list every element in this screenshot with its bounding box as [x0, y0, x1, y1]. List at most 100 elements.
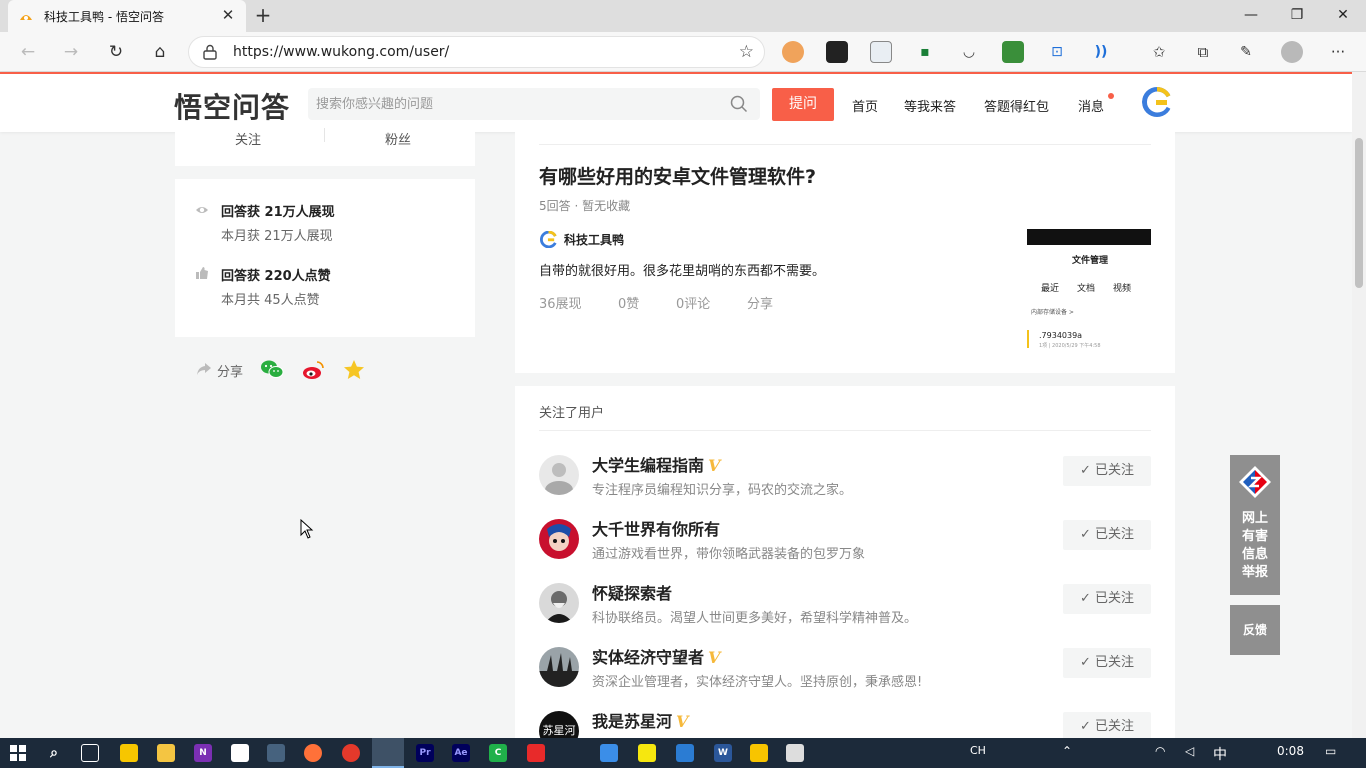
home-icon[interactable]: ⌂: [146, 38, 174, 66]
forward-arrow-icon[interactable]: →: [57, 38, 85, 66]
app-icon[interactable]: C: [489, 744, 507, 762]
extension-icon[interactable]: ▪: [914, 41, 936, 63]
question-title[interactable]: 有哪些好用的安卓文件管理软件?: [539, 162, 816, 189]
edge-active-icon[interactable]: [372, 738, 404, 768]
wechat-icon[interactable]: [260, 359, 284, 381]
unfollow-button[interactable]: ✓ 已关注: [1063, 712, 1151, 738]
onenote-icon[interactable]: N: [194, 744, 212, 762]
search-icon[interactable]: [730, 95, 748, 113]
favorite-star-icon[interactable]: ☆: [739, 42, 754, 62]
answer-comments[interactable]: 0评论: [676, 293, 710, 312]
nav-answer-red-packet[interactable]: 答题得红包: [984, 96, 1049, 115]
user-name[interactable]: 我是苏星河 V: [592, 711, 688, 732]
answer-share[interactable]: 分享: [747, 293, 773, 312]
user-avatar[interactable]: [1142, 87, 1172, 117]
sticky-notes-icon[interactable]: [638, 744, 656, 762]
extension-icon[interactable]: ⊡: [1046, 41, 1068, 63]
word-icon[interactable]: W: [714, 744, 732, 762]
tab-close-icon[interactable]: ✕: [218, 5, 238, 25]
search-icon[interactable]: ⌕: [45, 744, 63, 762]
store-icon[interactable]: [231, 744, 249, 762]
following-label[interactable]: 关注: [235, 129, 261, 148]
feedback-button[interactable]: 反馈: [1230, 605, 1280, 655]
answer-likes[interactable]: 0赞: [618, 293, 639, 312]
chrome-icon[interactable]: [342, 744, 360, 762]
file-explorer-icon[interactable]: [157, 744, 175, 762]
media-player-icon[interactable]: [750, 744, 768, 762]
extension-icon[interactable]: [1002, 41, 1024, 63]
search-input[interactable]: [308, 88, 728, 120]
profile-avatar-icon[interactable]: [1281, 41, 1303, 63]
list-item[interactable]: 大千世界有你所有 通过游戏看世界，带你领略武器装备的包罗万象 ✓ 已关注: [539, 519, 1151, 563]
app-icon[interactable]: [786, 744, 804, 762]
more-menu-icon[interactable]: ···: [1327, 41, 1349, 63]
answer-author[interactable]: 科技工具鸭: [564, 231, 624, 248]
site-logo[interactable]: 悟空问答: [174, 86, 290, 126]
list-item[interactable]: 怀疑探索者 科协联络员。渴望人世间更多美好，希望科学精神普及。 ✓ 已关注: [539, 583, 1151, 627]
report-harmful-info-button[interactable]: 网上 有害 信息 举报: [1230, 455, 1280, 595]
favorite-star-icon[interactable]: [343, 359, 365, 381]
weibo-icon[interactable]: [301, 359, 325, 381]
vivaldi-icon[interactable]: [527, 744, 545, 762]
user-name[interactable]: 实体经济守望者 V: [592, 644, 720, 668]
task-view-icon[interactable]: [81, 744, 99, 762]
share-label[interactable]: 分享: [217, 361, 243, 380]
close-window-button[interactable]: ✕: [1320, 0, 1366, 30]
clock[interactable]: 0:08: [1277, 744, 1304, 758]
ime-indicator[interactable]: CH: [970, 744, 986, 757]
pocket-icon[interactable]: ◡: [958, 41, 980, 63]
windows-start-icon[interactable]: [10, 745, 26, 761]
app-icon[interactable]: [267, 744, 285, 762]
collections-icon[interactable]: ⧉: [1192, 41, 1214, 63]
ask-question-button[interactable]: 提问: [772, 88, 834, 121]
user-name[interactable]: 大千世界有你所有: [592, 516, 724, 540]
user-name[interactable]: 怀疑探索者: [592, 580, 676, 604]
unfollow-button[interactable]: ✓ 已关注: [1063, 456, 1151, 486]
avatar[interactable]: [539, 519, 579, 559]
extension-icon[interactable]: [826, 41, 848, 63]
unfollow-button[interactable]: ✓ 已关注: [1063, 520, 1151, 550]
page-scrollbar[interactable]: [1352, 72, 1366, 738]
address-bar[interactable]: https://www.wukong.com/user/ ☆: [188, 36, 765, 68]
extension-icon[interactable]: [870, 41, 892, 63]
read-aloud-icon[interactable]: )): [1090, 41, 1112, 63]
author-avatar[interactable]: [540, 231, 557, 248]
scrollbar-thumb[interactable]: [1355, 138, 1363, 288]
new-tab-button[interactable]: +: [252, 4, 274, 26]
firefox-icon[interactable]: [304, 744, 322, 762]
answer-thumbnail[interactable]: 文件管理 最近 文档 视频 内部存储设备 > .7934039a 1项 | 20…: [1027, 229, 1151, 351]
avatar[interactable]: [539, 583, 579, 623]
language-indicator[interactable]: 中: [1213, 744, 1227, 764]
nav-home[interactable]: 首页: [852, 96, 878, 115]
unfollow-button[interactable]: ✓ 已关注: [1063, 584, 1151, 614]
network-icon[interactable]: ◠: [1155, 744, 1165, 758]
back-arrow-icon[interactable]: ←: [14, 38, 42, 66]
url-text[interactable]: https://www.wukong.com/user/: [233, 44, 449, 60]
user-name[interactable]: 大学生编程指南 V: [592, 452, 720, 476]
list-item[interactable]: 苏星河 我是苏星河 V ✓ 已关注: [539, 711, 1151, 738]
unfollow-button[interactable]: ✓ 已关注: [1063, 648, 1151, 678]
browser-tab[interactable]: 科技工具鸭 - 悟空问答 ✕: [8, 0, 246, 32]
after-effects-icon[interactable]: Ae: [452, 744, 470, 762]
nav-waiting-answer[interactable]: 等我来答: [904, 96, 956, 115]
avatar[interactable]: 苏星河: [539, 711, 579, 738]
followers-label[interactable]: 粉丝: [385, 129, 411, 148]
list-item[interactable]: 大学生编程指南 V 专注程序员编程知识分享，码农的交流之家。 ✓ 已关注: [539, 455, 1151, 499]
search-box[interactable]: [308, 88, 760, 120]
avatar[interactable]: [539, 455, 579, 495]
feedback-icon[interactable]: ✎: [1235, 41, 1257, 63]
pdf-app-icon[interactable]: [120, 744, 138, 762]
notification-center-icon[interactable]: ▭: [1325, 744, 1336, 758]
nav-messages[interactable]: 消息: [1078, 96, 1104, 115]
refresh-icon[interactable]: ↻: [102, 38, 130, 66]
share-arrow-icon[interactable]: [196, 361, 212, 377]
avatar[interactable]: [539, 647, 579, 687]
volume-icon[interactable]: ◁: [1185, 744, 1194, 758]
list-item[interactable]: 实体经济守望者 V 资深企业管理者，实体经济守望人。坚持原创，秉承感恩! ✓ 已关…: [539, 647, 1151, 691]
favorites-icon[interactable]: ✩: [1148, 41, 1170, 63]
extension-icon[interactable]: [782, 41, 804, 63]
answer-excerpt[interactable]: 自带的就很好用。很多花里胡哨的东西都不需要。: [539, 260, 825, 279]
show-hidden-icons-icon[interactable]: ⌃: [1062, 744, 1072, 758]
minimize-button[interactable]: —: [1228, 0, 1274, 30]
restore-button[interactable]: ❐: [1274, 0, 1320, 30]
